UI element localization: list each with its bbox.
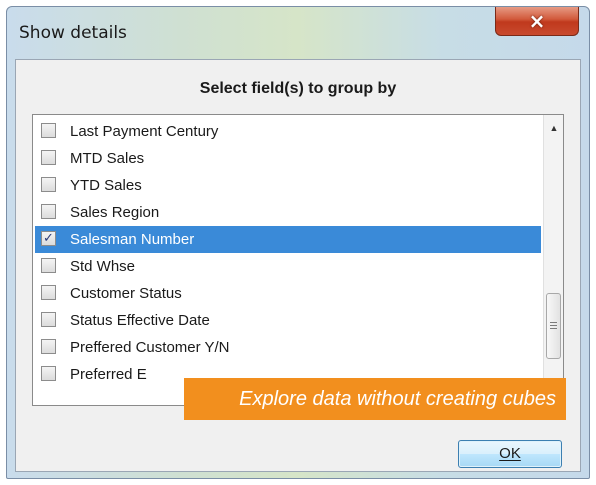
checkbox[interactable]	[41, 177, 56, 192]
field-listbox[interactable]: Last Payment Century MTD Sales YTD Sales…	[32, 114, 564, 406]
list-item-label: YTD Sales	[70, 177, 142, 194]
list-item-label: Sales Region	[70, 204, 160, 221]
list-item-label: Salesman Number	[70, 231, 195, 248]
close-button[interactable]: ×	[495, 7, 579, 36]
list-item-label: Preffered Customer Y/N	[70, 339, 230, 356]
list-item-salesman-number[interactable]: ✓ Salesman Number	[35, 226, 541, 253]
title-bar[interactable]: Show details ×	[7, 7, 589, 59]
check-icon: ✓	[43, 231, 54, 246]
list-item-mtd-sales[interactable]: MTD Sales	[35, 145, 541, 172]
list-item-label: Std Whse	[70, 258, 136, 275]
list-item-label: Customer Status	[70, 285, 182, 302]
promo-banner: Explore data without creating cubes	[184, 378, 566, 420]
list-item-preffered-customer[interactable]: Preffered Customer Y/N	[35, 334, 541, 361]
ok-button-label: OK	[499, 445, 521, 462]
list-item-label: MTD Sales	[70, 150, 145, 167]
vertical-scrollbar[interactable]: ▲	[543, 115, 563, 405]
list-item-std-whse[interactable]: Std Whse	[35, 253, 541, 280]
checkbox[interactable]	[41, 123, 56, 138]
checkbox[interactable]	[41, 204, 56, 219]
checkbox[interactable]	[41, 366, 56, 381]
list-item-ytd-sales[interactable]: YTD Sales	[35, 172, 541, 199]
scroll-thumb[interactable]	[546, 293, 561, 359]
window-title: Show details	[19, 23, 127, 43]
grip-line	[550, 325, 557, 326]
checkbox[interactable]	[41, 339, 56, 354]
close-icon: ×	[528, 8, 546, 33]
ok-button[interactable]: OK	[458, 440, 562, 468]
checkbox[interactable]	[41, 285, 56, 300]
checkbox[interactable]	[41, 258, 56, 273]
checkbox[interactable]	[41, 150, 56, 165]
checkbox-checked[interactable]: ✓	[41, 231, 56, 246]
list-item-status-effective-date[interactable]: Status Effective Date	[35, 307, 541, 334]
list-item-sales-region[interactable]: Sales Region	[35, 199, 541, 226]
show-details-window: Show details × Select field(s) to group …	[6, 6, 590, 479]
list-item-customer-status[interactable]: Customer Status	[35, 280, 541, 307]
scroll-up-icon[interactable]: ▲	[544, 123, 563, 133]
list-item-label: Status Effective Date	[70, 312, 210, 329]
list-item-label: Last Payment Century	[70, 123, 219, 140]
grip-line	[550, 328, 557, 329]
list-item-last-payment-century[interactable]: Last Payment Century	[35, 118, 541, 145]
checkbox[interactable]	[41, 312, 56, 327]
list-item-label: Preferred E	[70, 366, 147, 383]
grip-line	[550, 322, 557, 323]
dialog-heading: Select field(s) to group by	[199, 80, 397, 97]
dialog-body: Select field(s) to group by Last Payment…	[15, 59, 581, 472]
